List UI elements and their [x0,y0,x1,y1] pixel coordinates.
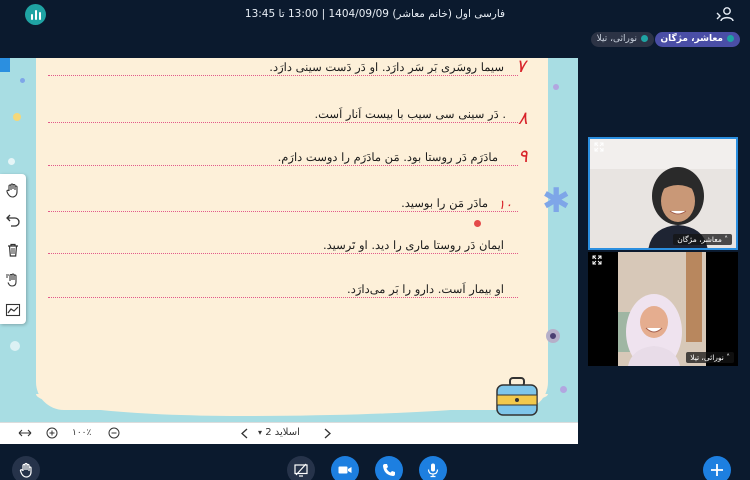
whiteboard-toolbar [0,174,26,324]
worksheet-line: مادَر مَن را بوسید. [48,196,518,214]
speaking-dot-icon [641,35,648,42]
worksheet-line: مادَرَم دَر روستا بود. مَن مادَرَم را دو… [48,150,518,168]
worksheet-line-text: ایمان دَر روستا ماری را دید. او تَرسید. [316,238,504,252]
chevron-down-icon: ▾ [258,428,263,437]
webcam-video [588,252,738,366]
webcam-tile[interactable]: ˄ نوراثی، تیلا [588,252,738,366]
trash-icon[interactable] [3,240,23,260]
actions-button[interactable] [703,456,731,480]
decorative-dot [10,341,20,351]
worksheet-line: او بیمار اَست. دارو را بَر می‌دارَد. [48,282,518,300]
plus-icon [711,464,723,476]
worksheet-line-text: مادَرَم دَر روستا بود. مَن مادَرَم را دو… [271,150,498,164]
webcam-user-name: ˄ نوراثی، تیلا [686,352,734,363]
zoom-level: ۱۰۰٪ [72,428,92,438]
webcam-tile[interactable]: ˄ معاشر، مژگان [588,137,738,250]
video-button[interactable] [331,456,359,480]
webcam-user-name: ˄ معاشر، مژگان [673,234,732,245]
chevron-icon: ˄ [723,353,730,362]
users-icon[interactable] [716,6,734,22]
suitcase-illustration [496,377,538,416]
chevron-left-icon[interactable] [240,428,250,439]
laser-pointer-dot [474,220,481,227]
screen-share-off-icon [294,463,308,477]
webcam-name-text: نوراثی، تیلا [690,353,724,362]
microphone-icon [427,463,439,478]
raise-hand-button[interactable] [12,456,40,480]
talker-indicator[interactable]: نوراثی، تیلا [590,32,654,47]
minus-circle-icon[interactable] [108,427,120,439]
top-bar: فارسی اول (خانم معاشر) 1404/09/09 | 13:0… [0,0,750,30]
meeting-title: فارسی اول (خانم معاشر) 1404/09/09 | 13:0… [244,8,506,20]
worksheet-line: ایمان دَر روستا ماری را دید. او تَرسید. [48,238,518,256]
decorative-dot [553,84,559,90]
multi-user-whiteboard-icon[interactable] [3,270,23,290]
circle-decoration [546,329,560,343]
presentation-footer: ۱۰۰٪ اسلاید 2 ▾ [0,422,578,444]
talker-name: نوراثی، تیلا [596,34,637,44]
worksheet-line: سیما روسَری بَر سَر دارَد. او دَر دَست س… [48,60,518,78]
worksheet-line: . دَر سینی سی سیب با بیست اَنار اَست. [48,107,518,125]
worksheet-page-edge [36,394,548,416]
phone-icon [383,464,395,476]
worksheet-line-text: او بیمار اَست. دارو را بَر می‌دارَد. [341,282,504,296]
webcam-name-text: معاشر، مژگان [677,235,722,244]
slide-selector[interactable]: اسلاید 2 ▾ [258,427,300,438]
undo-icon[interactable] [3,210,23,230]
speaking-dot-icon [727,35,734,42]
plus-circle-icon[interactable] [46,427,58,439]
worksheet-line-text: . دَر سینی سی سیب با بیست اَنار اَست. [308,107,506,121]
microphone-button[interactable] [419,456,447,480]
decorative-dot [13,113,21,121]
fullscreen-icon[interactable] [592,255,602,265]
decorative-dot [560,386,567,393]
worksheet-line-text: مادَر مَن را بوسید. [395,196,488,210]
talker-name: معاشر، مژگان [660,34,724,44]
hand-pan-icon[interactable] [3,180,23,200]
raise-hand-icon [19,462,32,478]
asterisk-decoration: ✱ [542,181,571,221]
handwritten-number: ۸ [518,108,528,129]
audio-leave-button[interactable] [375,456,403,480]
chevron-icon: ˄ [721,235,728,244]
presentation-area[interactable]: ✱ ۷ ۸ ۹ ۱۰ سیما روسَری بَر سَر دارَد. او… [0,58,578,422]
presentation-toggle-tab[interactable] [0,58,10,72]
talker-indicator[interactable]: معاشر، مژگان [654,32,740,47]
chevron-right-icon[interactable] [322,428,332,439]
chart-line-icon[interactable] [3,300,23,320]
decorative-dot [8,158,15,165]
video-icon [338,466,352,474]
screen-share-button[interactable] [287,456,315,480]
fit-width-icon[interactable] [18,428,32,438]
handwritten-number: ۹ [518,146,528,167]
slide-label: اسلاید 2 [265,427,300,438]
decorative-dot [20,78,25,83]
worksheet-line-text: سیما روسَری بَر سَر دارَد. او دَر دَست س… [263,60,504,74]
fullscreen-icon[interactable] [594,142,604,152]
